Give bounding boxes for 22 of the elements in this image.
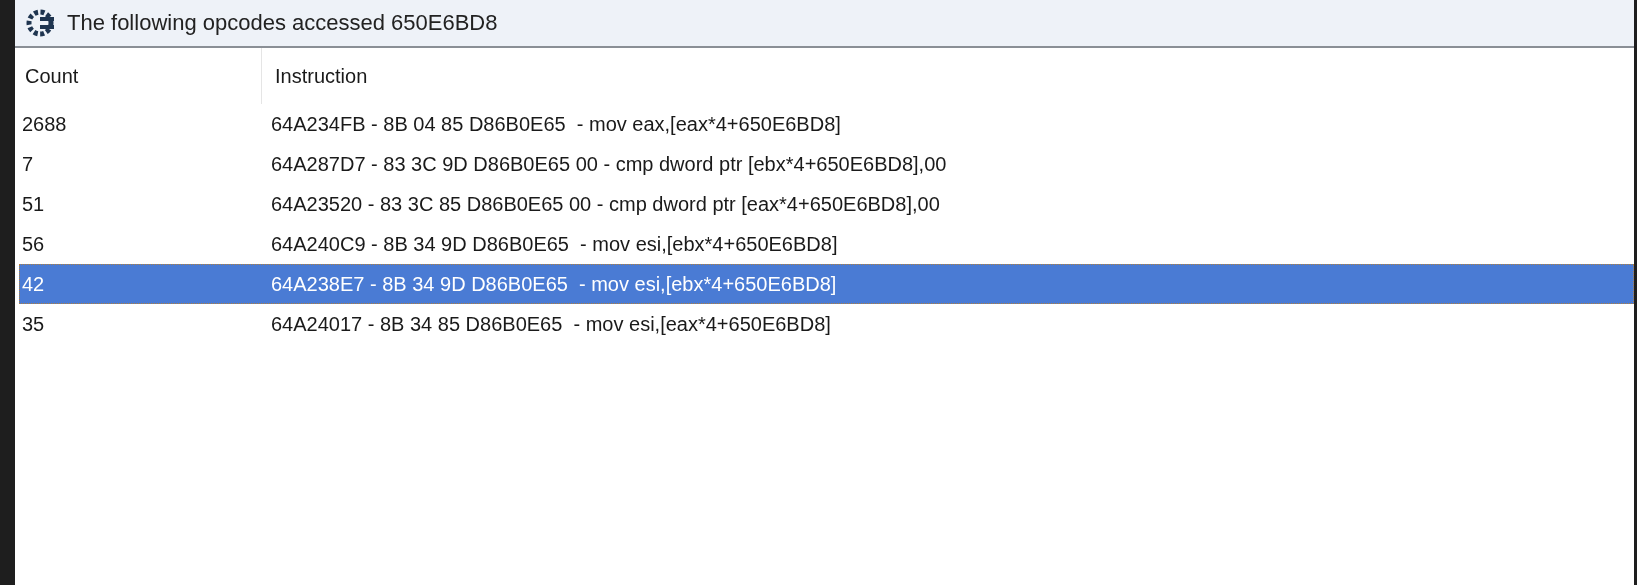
count-cell-text: 7 [21, 152, 35, 176]
instruction-cell: 64A23520 - 83 3C 85 D86B0E65 00 - cmp dword ptr [eax*4+650E6BD8],00 [271, 192, 940, 216]
gear-icon [25, 8, 55, 38]
count-cell-text: 56 [21, 232, 46, 256]
table-row[interactable]: 56 64A240C9 - 8B 34 9D D86B0E65 - mov esi,[ebx*4+650E6BD8] [19, 224, 1634, 264]
count-cell-text: 2688 [21, 112, 68, 136]
instruction-cell: 64A234FB - 8B 04 85 D86B0E65 - mov eax,[eax*4+650E6BD8] [271, 112, 841, 136]
count-cell-text: 51 [21, 192, 46, 216]
count-cell-text: 42 [21, 272, 46, 296]
table-row[interactable]: 7 64A287D7 - 83 3C 9D D86B0E65 00 - cmp dword ptr [ebx*4+650E6BD8],00 [19, 144, 1634, 184]
instruction-cell: 64A287D7 - 83 3C 9D D86B0E65 00 - cmp dword ptr [ebx*4+650E6BD8],00 [271, 152, 947, 176]
table-row[interactable]: 42 64A238E7 - 8B 34 9D D86B0E65 - mov esi,[ebx*4+650E6BD8] [19, 264, 1634, 304]
table-row[interactable]: 51 64A23520 - 83 3C 85 D86B0E65 00 - cmp dword ptr [eax*4+650E6BD8],00 [19, 184, 1634, 224]
instruction-cell: 64A238E7 - 8B 34 9D D86B0E65 - mov esi,[ebx*4+650E6BD8] [271, 272, 837, 296]
table-row[interactable]: 35 64A24017 - 8B 34 85 D86B0E65 - mov esi,[eax*4+650E6BD8] [19, 304, 1634, 344]
instruction-cell: 64A24017 - 8B 34 85 D86B0E65 - mov esi,[eax*4+650E6BD8] [271, 312, 831, 336]
table-row[interactable]: 2688 64A234FB - 8B 04 85 D86B0E65 - mov eax,[eax*4+650E6BD8] [19, 104, 1634, 144]
window-title: The following opcodes accessed 650E6BD8 [67, 10, 498, 36]
instruction-cell: 64A240C9 - 8B 34 9D D86B0E65 - mov esi,[ebx*4+650E6BD8] [271, 232, 838, 256]
column-header[interactable]: Count [15, 48, 262, 104]
column-header[interactable]: Instruction [262, 48, 368, 104]
count-cell-text: 35 [21, 312, 46, 336]
